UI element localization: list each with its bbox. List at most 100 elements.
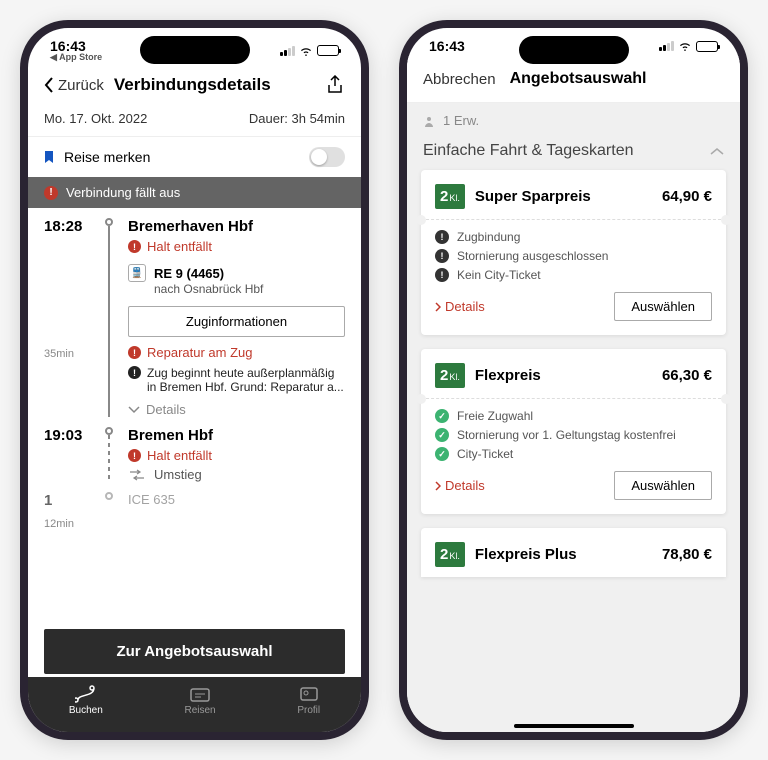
timeline-dot-icon [105,492,113,500]
details-link[interactable]: Details [435,478,485,493]
bookmark-row: Reise merken [28,136,361,177]
chevron-right-icon [435,481,441,491]
fare-price: 64,90 € [662,188,712,205]
person-icon [423,115,435,127]
timeline-dot-icon [105,218,113,226]
leg-duration-1: 35min [44,348,74,360]
fare-card-flexpreis-plus: 2Kl. Flexpreis Plus 78,80 € [421,528,726,577]
class-badge: 2Kl. [435,363,465,388]
train-icon: 🚆 [128,264,146,282]
fare-name: Super Sparpreis [475,188,652,205]
nav-header: Zurück Verbindungsdetails [28,65,361,105]
train-destination: nach Osnabrück Hbf [154,282,345,296]
tab-profil[interactable]: Profil [297,685,320,716]
train-note: !Zug beginnt heute außerplanmäßig in Bre… [128,366,345,394]
halt-cancelled-warning: !Halt entfällt [128,448,345,463]
notch [140,36,250,64]
timeline-dot-icon [105,427,113,435]
info-icon: ! [435,249,449,263]
station-name: Bremen Hbf [128,427,345,444]
fare-card-flexpreis: 2Kl. Flexpreis 66,30 € ✓Freie Zugwahl ✓S… [421,349,726,514]
chevron-right-icon [435,302,441,312]
stop-time: 1 [44,492,90,509]
select-button[interactable]: Auswählen [614,471,712,500]
warning-icon: ! [128,449,141,462]
home-indicator[interactable] [514,724,634,728]
stop-peek: 1 ICE 635 [28,482,361,509]
phone-left: 16:43 ◀ App Store Zurück Verbindungsdeta… [20,20,369,740]
share-icon[interactable] [325,75,345,95]
notch [519,36,629,64]
alert-text: Verbindung fällt aus [66,185,180,200]
route-icon [75,685,97,703]
train-info-button[interactable]: Zuginformationen [128,306,345,337]
passenger-row[interactable]: 1 Erw. [407,103,740,138]
back-button[interactable]: Zurück [44,77,104,94]
fare-card-super-sparpreis: 2Kl. Super Sparpreis 64,90 € !Zugbindung… [421,170,726,335]
tabbar: Buchen Reisen Profil [28,677,361,732]
status-icons [659,41,718,52]
leg-duration-2: 12min [44,518,74,530]
trip-duration: Dauer: 3h 54min [249,111,345,126]
trip-date: Mo. 17. Okt. 2022 [44,111,147,126]
tab-buchen[interactable]: Buchen [69,685,103,716]
status-icons [280,45,339,56]
profile-icon [298,685,320,703]
back-label: Zurück [58,77,104,94]
stop-2: 19:03 Bremen Hbf !Halt entfällt Umstieg [28,417,361,482]
peek-train: ICE 635 [128,492,345,507]
bookmark-icon [44,150,54,164]
date-row: Mo. 17. Okt. 2022 Dauer: 3h 54min [28,105,361,136]
class-badge: 2Kl. [435,184,465,209]
stop-time: 19:03 [44,427,90,482]
warning-icon: ! [128,240,141,253]
sheet-title: Angebotsauswahl [510,70,647,88]
status-time: 16:43 [429,38,465,54]
select-button[interactable]: Auswählen [614,292,712,321]
wifi-icon [678,41,692,51]
station-name: Bremerhaven Hbf [128,218,345,235]
info-icon: ! [128,366,141,379]
transfer-row: Umstieg [128,467,345,482]
class-badge: 2Kl. [435,542,465,567]
details-link[interactable]: Details [435,299,485,314]
bullet: !Zugbindung [435,230,712,244]
chevron-up-icon [710,147,724,155]
fare-name: Flexpreis Plus [475,546,652,563]
bullet: ✓City-Ticket [435,447,712,461]
signal-icon [659,41,674,51]
wifi-icon [299,46,313,56]
fare-price: 78,80 € [662,546,712,563]
page-title: Verbindungsdetails [114,75,315,95]
chevron-left-icon [44,77,54,93]
bullet: ✓Stornierung vor 1. Geltungstag kostenfr… [435,428,712,442]
bookmark-toggle[interactable] [309,147,345,167]
transfer-icon [128,469,146,481]
bookmark-label: Reise merken [64,149,299,165]
battery-icon [317,45,339,56]
section-header[interactable]: Einfache Fahrt & Tageskarten [407,138,740,170]
repair-warning: !Reparatur am Zug [128,345,345,360]
bullet: ✓Freie Zugwahl [435,409,712,423]
battery-icon [696,41,718,52]
fare-name: Flexpreis [475,367,652,384]
alert-bar: ! Verbindung fällt aus [28,177,361,208]
cancel-button[interactable]: Abbrechen [423,71,496,88]
chevron-down-icon [128,406,140,414]
check-icon: ✓ [435,428,449,442]
bullet: !Stornierung ausgeschlossen [435,249,712,263]
cta-button[interactable]: Zur Angebotsauswahl [44,629,345,674]
phone-right: 16:43 Abbrechen Angebotsauswahl 1 Erw. E… [399,20,748,740]
info-icon: ! [435,268,449,282]
status-back-app[interactable]: ◀ App Store [50,52,102,63]
warning-icon: ! [128,346,141,359]
alert-icon: ! [44,186,58,200]
train-id: RE 9 (4465) [154,266,224,281]
info-icon: ! [435,230,449,244]
details-toggle[interactable]: Details [128,402,345,417]
bullet: !Kein City-Ticket [435,268,712,282]
stop-1: 18:28 Bremerhaven Hbf !Halt entfällt 🚆 R… [28,208,361,417]
check-icon: ✓ [435,447,449,461]
tab-reisen[interactable]: Reisen [184,685,215,716]
check-icon: ✓ [435,409,449,423]
